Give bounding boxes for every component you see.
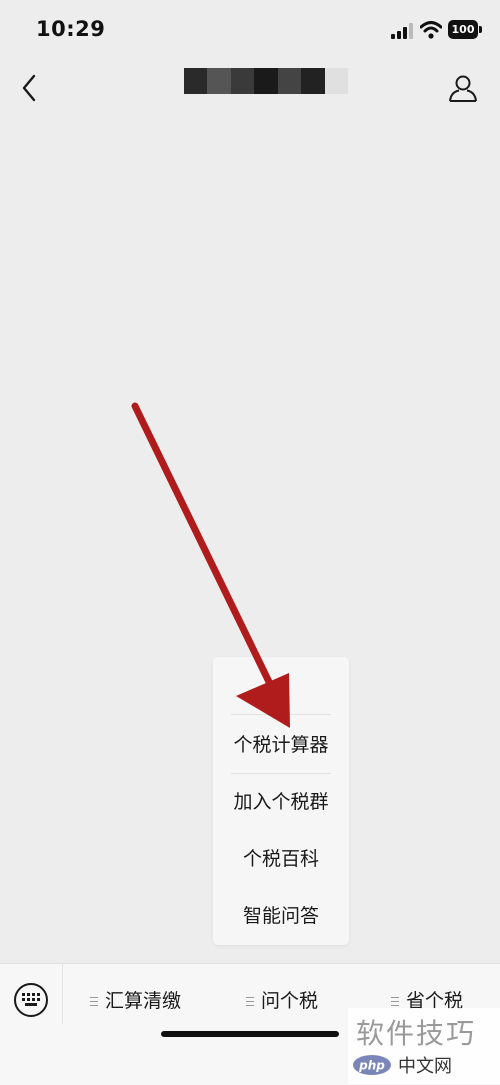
profile-icon[interactable] bbox=[447, 72, 479, 104]
watermark: 软件技巧 php 中文网 bbox=[348, 1008, 500, 1084]
watermark-sub: 中文网 bbox=[398, 1056, 452, 1077]
tab-label: 汇算清缴 bbox=[105, 990, 182, 1012]
mosaic-block bbox=[277, 68, 302, 94]
tab-annual-settlement[interactable]: 汇算清缴 bbox=[90, 986, 181, 1016]
menu-item-join-tax-group[interactable]: 加入个税群 bbox=[213, 774, 349, 830]
menu-item-tax-calculator[interactable]: 个税计算器 bbox=[213, 717, 349, 773]
back-icon[interactable] bbox=[18, 72, 42, 104]
status-bar: 10:29 100 bbox=[0, 0, 500, 60]
mosaic-block bbox=[254, 68, 278, 94]
menu-item-tax-encyclopedia[interactable]: 个税百科 bbox=[213, 831, 349, 887]
battery-icon: 100 bbox=[448, 20, 478, 39]
svg-text:php: php bbox=[358, 1059, 385, 1073]
mosaic-block bbox=[207, 68, 231, 94]
popup-menu: 个税计算器 加入个税群 个税百科 智能问答 bbox=[213, 657, 349, 945]
menu-icon bbox=[90, 997, 98, 1006]
tab-ask-tax[interactable]: 问个税 bbox=[246, 986, 318, 1016]
wifi-icon bbox=[420, 21, 442, 39]
keyboard-icon[interactable] bbox=[14, 983, 48, 1017]
home-indicator[interactable] bbox=[161, 1031, 339, 1037]
menu-divider bbox=[231, 714, 331, 715]
status-time: 10:29 bbox=[36, 17, 106, 41]
mosaic-block bbox=[301, 68, 325, 94]
nav-title-redacted bbox=[184, 68, 348, 94]
php-logo-icon: php bbox=[353, 1055, 391, 1075]
menu-icon bbox=[391, 997, 399, 1006]
mosaic-block bbox=[230, 68, 255, 94]
battery-cap bbox=[479, 26, 482, 33]
watermark-text: 软件技巧 bbox=[356, 1017, 477, 1050]
menu-item-smart-qa[interactable]: 智能问答 bbox=[213, 888, 349, 944]
bottom-divider bbox=[62, 964, 63, 1024]
mosaic-block bbox=[324, 68, 348, 94]
signal-icon bbox=[391, 23, 413, 39]
tab-label: 问个税 bbox=[261, 990, 319, 1012]
menu-icon bbox=[246, 997, 254, 1006]
mosaic-block bbox=[184, 68, 208, 94]
